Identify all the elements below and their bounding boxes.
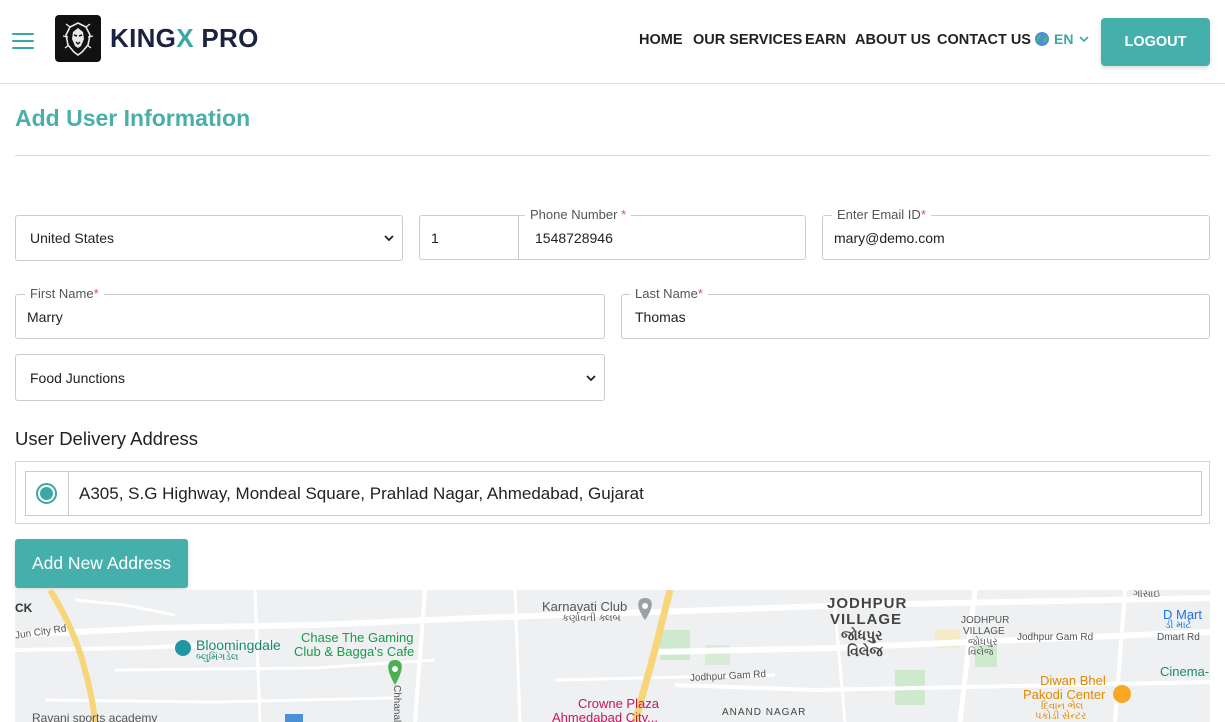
map-label-anand-nagar: ANAND NAGAR (722, 707, 807, 718)
map-label-diwan-line1: Diwan Bhel (1040, 673, 1106, 688)
map-label-cinema: Cinema- (1160, 664, 1210, 679)
last-name-field[interactable]: Last Name* Thomas (621, 286, 1210, 339)
map-label-jodhpur-small-gu2: વિલેજ (968, 647, 994, 658)
map-label-jodhpur-small-2: VILLAGE (963, 626, 1005, 637)
nav-earn-link[interactable]: EARN (805, 32, 846, 48)
map-label-jodhpur-gu1: જોધપુર (841, 627, 883, 643)
brand-logo-icon[interactable] (55, 15, 101, 62)
map-label-ck: CK (15, 601, 33, 615)
map-label-dmart-rd: Dmart Rd (1157, 632, 1200, 643)
map-label-karnavati-gu: કર્ણાવતી ક્લબ (562, 613, 621, 624)
map-label-chhanalal: Chhanalal (391, 685, 402, 722)
first-name-value: Marry (27, 308, 63, 325)
map-label-diwan-line2: Pakodi Center (1023, 687, 1106, 702)
email-label: Enter Email ID* (832, 207, 931, 222)
address-radio-container (25, 471, 69, 516)
chevron-down-icon (384, 235, 394, 242)
logout-button[interactable]: LOGOUT (1101, 18, 1210, 66)
map-label-chase-line2: Club & Bagga's Cafe (294, 644, 415, 659)
country-select[interactable]: United States (15, 215, 403, 261)
country-code-input[interactable]: 1 (419, 215, 519, 260)
email-field[interactable]: Enter Email ID* mary@demo.com (822, 207, 1210, 260)
address-text-container: A305, S.G Highway, Mondeal Square, Prahl… (68, 471, 1202, 516)
restaurant-select-value: Food Junctions (30, 369, 125, 386)
first-name-field[interactable]: First Name* Marry (15, 286, 605, 339)
nav-our-services-link[interactable]: OUR SERVICES (693, 32, 802, 48)
nav-home-link[interactable]: HOME (639, 32, 683, 48)
country-code-value: 1 (431, 229, 439, 246)
first-name-label: First Name* (25, 286, 104, 301)
country-select-value: United States (30, 230, 115, 246)
language-code: EN (1054, 31, 1074, 47)
map-label-jodhpur-gu2: વિલેજ (847, 643, 883, 659)
phone-number-value: 1548728946 (535, 229, 613, 246)
map-label-karnavati: Karnavati Club (542, 599, 628, 614)
language-selector[interactable]: EN (1034, 31, 1091, 47)
map-label-crowne-line2: Ahmedabad City... (552, 710, 658, 722)
map-label-crowne-line1: Crowne Plaza (578, 696, 659, 711)
phone-number-label: Phone Number * (525, 207, 632, 222)
map-label-bloomingdale: Bloomingdale (196, 637, 281, 653)
email-value: mary@demo.com (834, 229, 945, 246)
add-new-address-button[interactable]: Add New Address (15, 539, 188, 588)
top-navigation-bar: KINGX PRO HOME OUR SERVICES EARN ABOUT U… (0, 0, 1225, 84)
map-label-jodhpur-small-1: JODHPUR (961, 615, 1010, 626)
nav-contact-us-link[interactable]: CONTACT US (937, 32, 1031, 48)
map-label-jodhpur-line1: JODHPUR (827, 595, 908, 612)
last-name-label: Last Name* (630, 286, 708, 301)
globe-icon (1035, 32, 1049, 46)
title-divider (15, 155, 1210, 156)
page-title: Add User Information (15, 105, 251, 131)
map-view[interactable]: CK Jun City Rd Bloomingdale બ્લુમિંગડેલ … (15, 590, 1210, 722)
delivery-address-heading: User Delivery Address (15, 428, 199, 449)
chevron-down-icon (1079, 36, 1090, 43)
map-label-diwan-gu2: પકોડી સેન્ટર (1035, 711, 1087, 722)
restaurant-select[interactable]: Food Junctions (15, 354, 605, 401)
map-label-jodhpur-gam-rd-2: Jodhpur Gam Rd (1017, 632, 1094, 643)
map-label-jodhpur-line2: VILLAGE (830, 611, 903, 628)
address-text: A305, S.G Highway, Mondeal Square, Prahl… (79, 484, 644, 503)
hamburger-menu-icon[interactable] (12, 33, 34, 49)
map-label-ravani: Ravani sports academy (32, 711, 158, 722)
brand-name[interactable]: KINGX PRO (110, 23, 259, 54)
phone-number-field[interactable]: Phone Number * 1548728946 (518, 207, 806, 260)
address-option: A305, S.G Highway, Mondeal Square, Prahl… (15, 461, 1210, 524)
map-label-gosai: ગોસાઈ (1133, 590, 1162, 600)
address-radio-button[interactable] (36, 483, 57, 504)
last-name-value: Thomas (635, 308, 686, 325)
chevron-down-icon (586, 374, 596, 381)
nav-about-us-link[interactable]: ABOUT US (855, 32, 931, 48)
map-label-dmart-gu: ડી માર્ટ (1165, 620, 1192, 631)
map-label-chase-line1: Chase The Gaming (301, 630, 414, 645)
map-label-bloomingdale-gu: બ્લુમિંગડેલ (196, 652, 239, 663)
